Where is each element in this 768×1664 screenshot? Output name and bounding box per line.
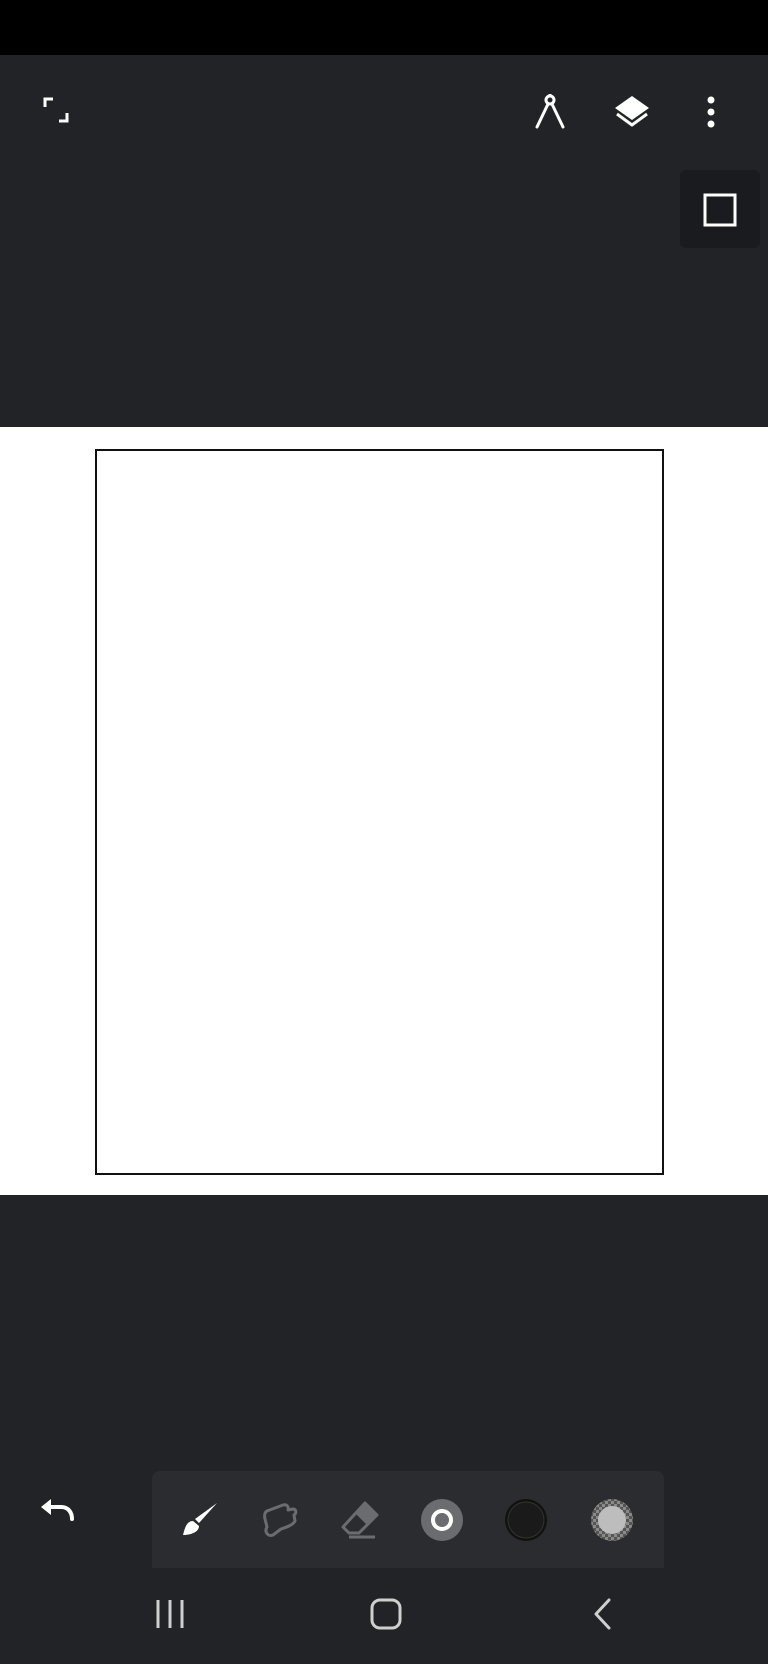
recents-icon[interactable] — [146, 1594, 194, 1634]
canvas-frame[interactable] — [95, 449, 664, 1175]
status-bar — [0, 0, 768, 55]
home-icon[interactable] — [362, 1594, 410, 1634]
compass-icon[interactable] — [530, 90, 570, 134]
eraser-icon[interactable] — [336, 1496, 384, 1544]
square-shape-icon[interactable] — [698, 188, 742, 232]
undo-icon[interactable] — [34, 1492, 78, 1532]
brush-size-icon[interactable] — [418, 1496, 466, 1544]
opacity-icon[interactable] — [588, 1496, 636, 1544]
back-icon[interactable] — [584, 1594, 620, 1634]
fullscreen-icon[interactable] — [36, 90, 76, 130]
brush-icon[interactable] — [176, 1496, 224, 1544]
smudge-icon[interactable] — [256, 1496, 304, 1544]
more-vert-icon[interactable] — [696, 90, 726, 134]
color-swatch-icon[interactable] — [502, 1496, 550, 1544]
layers-icon[interactable] — [610, 90, 654, 134]
